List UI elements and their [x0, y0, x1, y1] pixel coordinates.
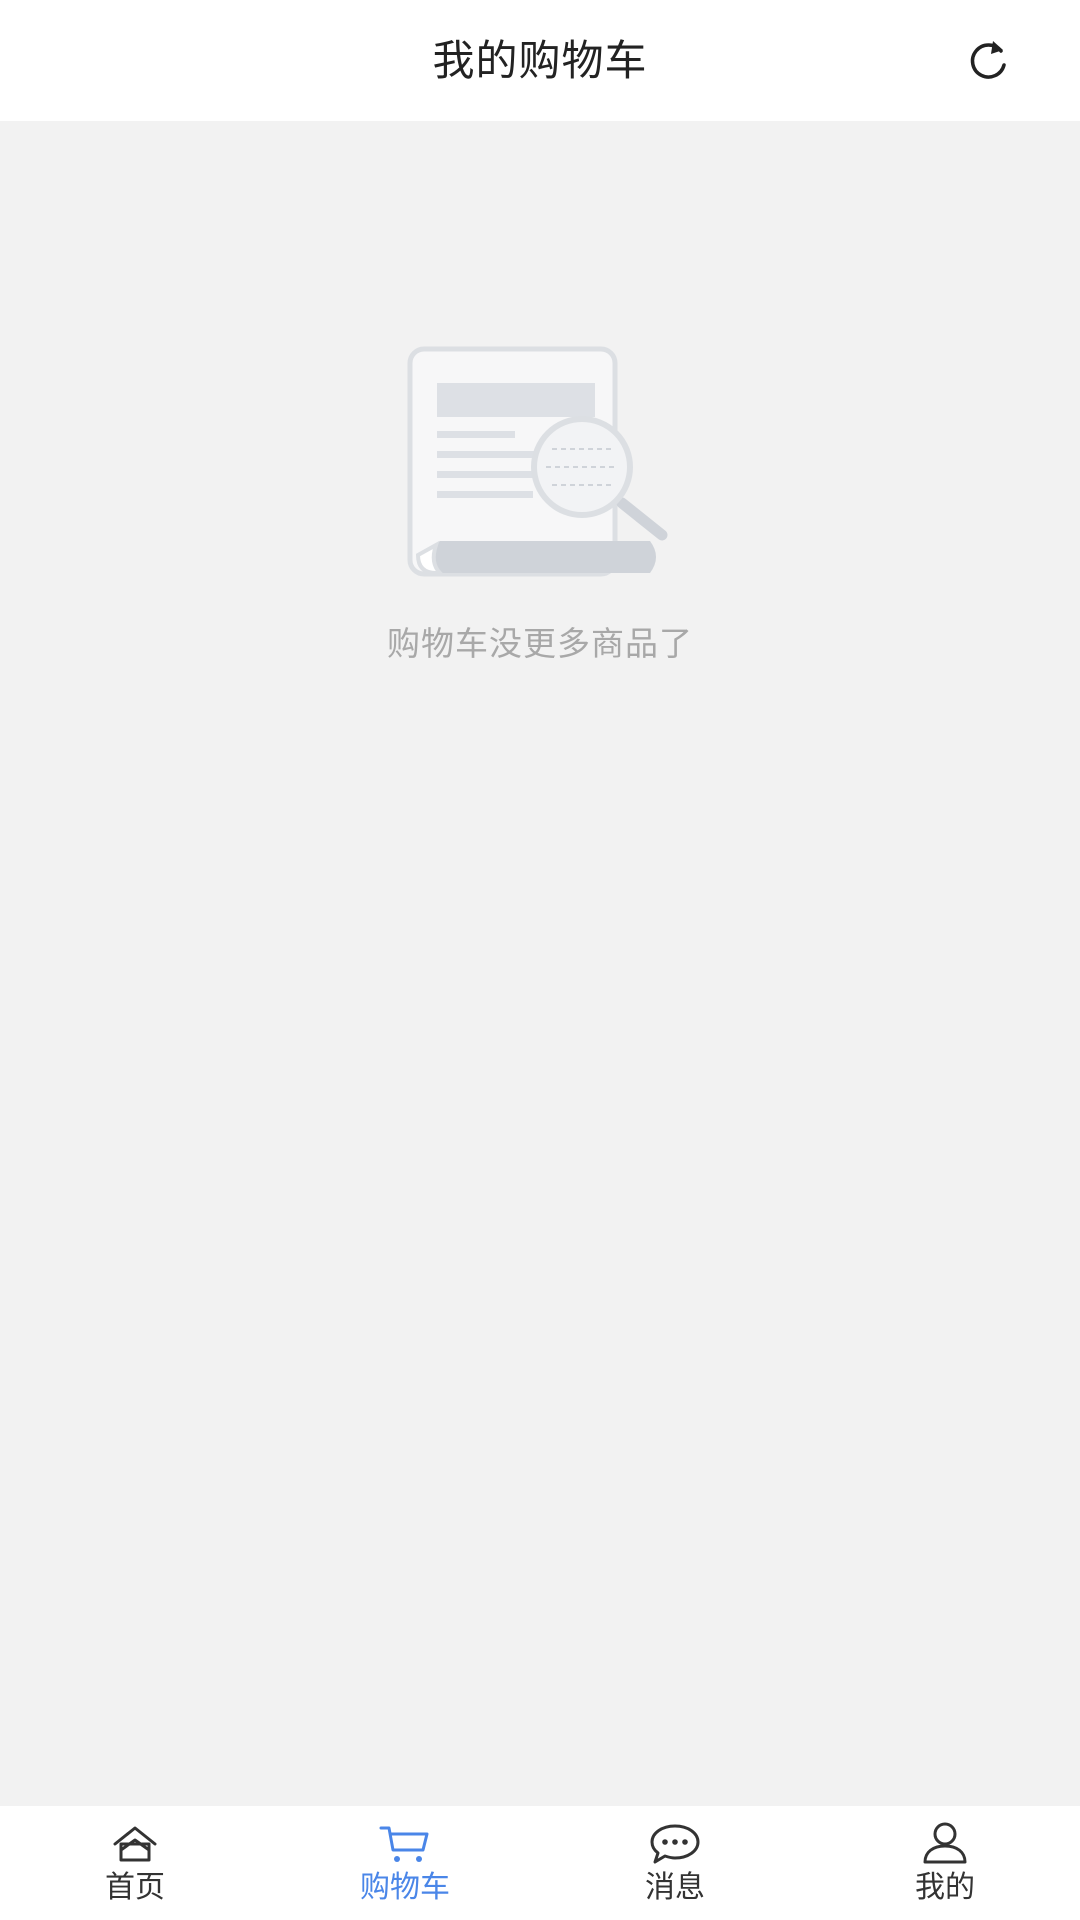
tab-home[interactable]: 首页	[0, 1806, 270, 1920]
tab-messages-label: 消息	[645, 1870, 705, 1905]
tab-cart[interactable]: 购物车	[270, 1806, 540, 1920]
empty-message: 购物车没更多商品了	[387, 624, 693, 663]
app-root: 我的购物车 购物车没更多商品了 首页 购物车 消息 我的	[0, 0, 1080, 1920]
header-bar: 我的购物车	[0, 0, 1080, 121]
tab-home-label: 首页	[105, 1870, 165, 1905]
message-icon	[647, 1820, 703, 1868]
page-title: 我的购物车	[432, 36, 648, 85]
refresh-button[interactable]	[956, 28, 1020, 92]
home-icon	[107, 1820, 163, 1868]
refresh-icon	[970, 41, 1006, 79]
tab-messages[interactable]: 消息	[540, 1806, 810, 1920]
tab-profile[interactable]: 我的	[810, 1806, 1080, 1920]
tab-cart-label: 购物车	[360, 1870, 450, 1905]
tab-profile-label: 我的	[915, 1870, 975, 1905]
empty-document-search-icon	[407, 346, 668, 577]
user-icon	[917, 1820, 973, 1868]
bottom-tab-bar: 首页 购物车 消息 我的	[0, 1806, 1080, 1920]
cart-icon	[377, 1820, 433, 1868]
empty-state: 购物车没更多商品了	[0, 345, 1080, 665]
